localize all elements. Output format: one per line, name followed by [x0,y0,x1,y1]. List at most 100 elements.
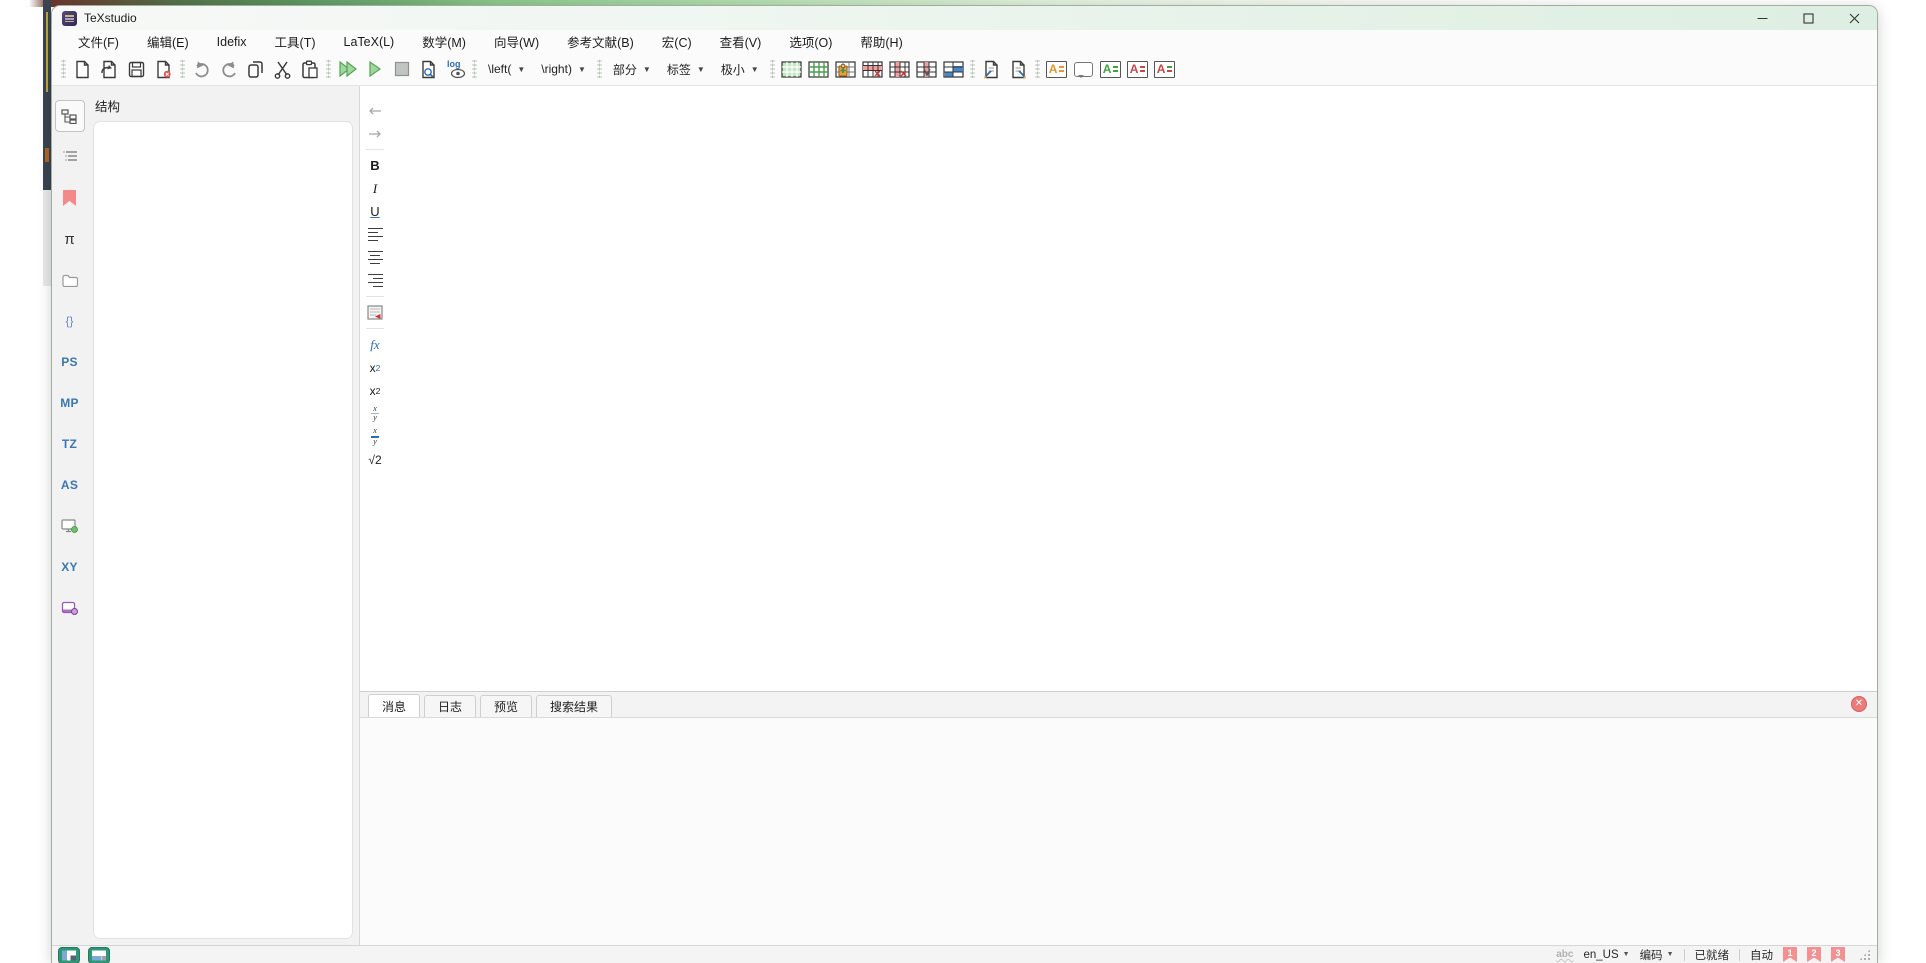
redo-button[interactable] [215,56,242,82]
toggle-messages-panel-button[interactable] [88,947,112,963]
small-fraction-button[interactable]: x y [363,403,387,424]
copy-button[interactable] [242,56,269,82]
track-changes-button[interactable]: A [1151,56,1178,82]
macros-panel-tab[interactable] [55,592,85,624]
menu-bibliography[interactable]: 参考文献(B) [553,29,648,54]
spellcheck-indicator[interactable]: abc [1556,949,1573,960]
paste-table-column-button[interactable] [913,56,940,82]
language-dropdown[interactable]: en_US ▼ [1583,949,1629,961]
insert-image-button[interactable] [363,302,387,323]
inline-math-button[interactable]: fx [363,334,387,355]
minimize-button[interactable] [1739,6,1785,30]
toggle-structure-panel-button[interactable] [58,947,82,963]
tikz-panel-tab[interactable]: TZ [55,428,85,460]
compile-and-view-button[interactable] [334,56,361,82]
menu-file[interactable]: 文件(F) [64,29,133,54]
section-dropdown[interactable]: 部分 ▼ [605,57,659,81]
add-table-row-button[interactable] [805,56,832,82]
structure-panel-tab[interactable] [55,100,85,132]
menu-help[interactable]: 帮助(H) [846,29,916,54]
align-right-button[interactable] [363,270,387,291]
menu-view[interactable]: 查看(V) [706,29,776,54]
auto-lineend-button[interactable]: 自动 [1750,947,1773,963]
bookmarks-panel-tab[interactable] [55,182,85,214]
accept-change-button[interactable]: A [1097,56,1124,82]
editor-area[interactable] [390,86,1877,691]
tab-search-results[interactable]: 搜索结果 [536,695,612,717]
align-left-button[interactable] [363,224,387,245]
stop-compile-button[interactable] [388,56,415,82]
resize-grip[interactable] [1859,949,1871,961]
font-size-dropdown[interactable]: 极小 ▼ [713,57,767,81]
menu-latex[interactable]: LaTeX(L) [330,32,409,52]
preview-panel-tab[interactable] [55,510,85,542]
menu-macros[interactable]: 宏(C) [648,29,706,54]
outline-panel-tab[interactable] [55,141,85,173]
asymptote-panel-tab[interactable]: AS [55,469,85,501]
tab-log[interactable]: 日志 [424,695,476,717]
menu-wizard[interactable]: 向导(W) [480,29,553,54]
save-button[interactable] [123,56,150,82]
minimize-icon [1757,13,1768,24]
align-center-button[interactable] [363,247,387,268]
bold-button[interactable]: B [363,155,387,176]
view-log-button[interactable]: log [442,56,469,82]
brackets-panel-tab[interactable]: {} [55,305,85,337]
cut-button[interactable] [269,56,296,82]
comment-button[interactable] [1070,56,1097,82]
bookmark-1-button[interactable]: 1 [1783,947,1797,962]
toolbar-grip [472,60,477,78]
menu-tools[interactable]: 工具(T) [261,29,330,54]
menu-edit[interactable]: 编辑(E) [133,29,203,54]
underline-button[interactable]: U [363,201,387,222]
bookmark-3-button[interactable]: 3 [1831,947,1845,962]
symbols-panel-tab[interactable]: π [55,223,85,255]
pstricks-panel-tab[interactable]: PS [55,346,85,378]
superscript-button[interactable]: x2 [363,380,387,401]
align-center-icon [368,251,383,265]
structure-tree-view[interactable] [93,121,353,939]
right-delimiter-dropdown[interactable]: \right) ▼ [533,57,594,81]
close-panel-button[interactable]: ✕ [1851,696,1867,712]
italic-button[interactable]: I [363,178,387,199]
remove-table-row-button[interactable] [859,56,886,82]
view-button[interactable] [361,56,388,82]
encoding-dropdown[interactable]: 编码 ▼ [1640,947,1674,963]
insert-table-button[interactable] [778,56,805,82]
menu-options[interactable]: 选项(O) [775,29,846,54]
xy-panel-tab[interactable]: XY [55,551,85,583]
view-pdf-button[interactable] [415,56,442,82]
subscript-button[interactable]: x2 [363,357,387,378]
close-button[interactable] [1831,6,1877,30]
close-file-button[interactable] [150,56,177,82]
menu-math[interactable]: 数学(M) [408,29,480,54]
tab-preview[interactable]: 预览 [480,695,532,717]
label-dropdown[interactable]: 标签 ▼ [659,57,713,81]
remove-table-column-button[interactable] [886,56,913,82]
indent-button[interactable] [363,123,387,144]
paste-button[interactable] [296,56,323,82]
bookmark-2-button[interactable]: 2 [1807,947,1821,962]
todo-annotation-button[interactable]: A [1043,56,1070,82]
next-change-button[interactable] [1005,56,1032,82]
fraction-button[interactable]: x y [363,426,387,447]
small-fraction-icon: x y [371,405,379,423]
menu-idefix[interactable]: Idefix [203,32,261,52]
square-root-button[interactable]: √2 [363,449,387,470]
files-panel-tab[interactable] [55,264,85,296]
maximize-button[interactable] [1785,6,1831,30]
open-file-button[interactable] [96,56,123,82]
align-table-columns-button[interactable] [940,56,967,82]
previous-change-button[interactable] [978,56,1005,82]
tikz-label: TZ [62,437,77,451]
reject-change-button[interactable]: A [1124,56,1151,82]
left-delimiter-dropdown[interactable]: \left( ▼ [480,57,533,81]
unindent-button[interactable] [363,100,387,121]
close-file-icon [154,60,173,79]
undo-button[interactable] [188,56,215,82]
new-file-button[interactable] [69,56,96,82]
paste-table-button[interactable] [832,56,859,82]
insert-table-icon [781,61,802,78]
tab-messages[interactable]: 消息 [368,694,420,717]
metapost-panel-tab[interactable]: MP [55,387,85,419]
